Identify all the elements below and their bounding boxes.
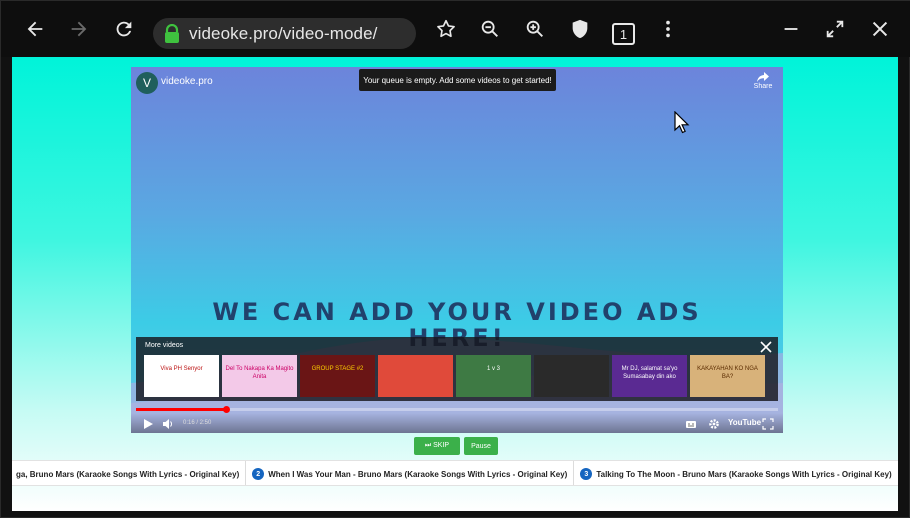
video-thumbnail[interactable]: KAKAYAHAN KO NGA BA? xyxy=(690,355,765,397)
back-arrow-icon[interactable] xyxy=(23,17,47,41)
address-bar[interactable]: videoke.pro/video-mode/ xyxy=(153,18,416,49)
queue-item[interactable]: ga, Bruno Mars (Karaoke Songs With Lyric… xyxy=(12,461,247,485)
thumbnail-label: Del To Nakapa Ka Magito Anita xyxy=(225,366,294,380)
queue-track: ga, Bruno Mars (Karaoke Songs With Lyric… xyxy=(12,461,898,485)
video-thumbnail[interactable] xyxy=(534,355,609,397)
thumbnail-label: 1 v 3 xyxy=(486,366,500,372)
video-player[interactable]: V videoke.pro Your queue is empty. Add s… xyxy=(131,67,783,433)
share-button[interactable]: Share xyxy=(751,72,775,90)
player-controls: 0:16 / 2:50 YouTube xyxy=(131,413,783,433)
queue-item-title: ga, Bruno Mars (Karaoke Songs With Lyric… xyxy=(16,469,240,479)
page-viewport: V videoke.pro Your queue is empty. Add s… xyxy=(12,57,898,511)
browser-toolbar: videoke.pro/video-mode/ 1 xyxy=(1,1,910,57)
settings-gear-icon[interactable] xyxy=(708,417,720,429)
skip-button[interactable]: ⏭ SKIP xyxy=(414,437,460,455)
channel-name[interactable]: videoke.pro xyxy=(161,76,213,87)
share-label: Share xyxy=(753,83,773,90)
zoom-in-icon[interactable] xyxy=(523,17,547,41)
thumbnail-label: Mr DJ, salamat sa'yo Sumasabay din ako xyxy=(621,366,678,380)
volume-icon[interactable] xyxy=(162,417,174,429)
thumbnail-label: GROUP STAGE #2 xyxy=(311,366,364,372)
progress-scrubber[interactable] xyxy=(222,406,230,413)
queue-number-badge: 3 xyxy=(580,468,593,480)
queue-number-badge: 2 xyxy=(252,468,265,480)
song-queue-ticker: ga, Bruno Mars (Karaoke Songs With Lyric… xyxy=(12,460,898,486)
video-thumbnail[interactable] xyxy=(378,355,453,397)
captions-icon[interactable] xyxy=(685,417,697,429)
reload-icon[interactable] xyxy=(112,17,136,41)
bookmark-star-icon[interactable] xyxy=(434,17,458,41)
video-thumbnail[interactable]: Del To Nakapa Ka Magito Anita xyxy=(222,355,297,397)
video-thumbnail[interactable]: GROUP STAGE #2 xyxy=(300,355,375,397)
queue-item-title: When I Was Your Man - Bruno Mars (Karaok… xyxy=(268,469,568,479)
more-videos-thumbnails: Viva PH Senyor Del To Nakapa Ka Magito An… xyxy=(144,355,768,397)
video-thumbnail[interactable]: Viva PH Senyor xyxy=(144,355,219,397)
more-menu-icon[interactable] xyxy=(656,17,680,41)
more-videos-title: More videos xyxy=(145,342,184,349)
video-thumbnail[interactable]: Mr DJ, salamat sa'yo Sumasabay din ako xyxy=(612,355,687,397)
close-icon[interactable] xyxy=(759,340,773,354)
more-videos-panel: More videos Viva PH Senyor Del To Nakapa … xyxy=(136,337,778,401)
channel-avatar[interactable]: V xyxy=(136,72,158,94)
player-action-buttons: ⏭ SKIP Pause xyxy=(414,437,502,455)
browser-window: videoke.pro/video-mode/ 1 V videoke.pro … xyxy=(0,0,910,518)
thumbnail-label: KAKAYAHAN KO NGA BA? xyxy=(697,366,758,380)
lock-icon xyxy=(165,24,179,43)
url-text: videoke.pro/video-mode/ xyxy=(189,24,378,43)
thumbnail-label: Viva PH Senyor xyxy=(160,366,203,372)
video-thumbnail[interactable]: 1 v 3 xyxy=(456,355,531,397)
queue-empty-toast: Your queue is empty. Add some videos to … xyxy=(359,69,556,91)
minimize-icon[interactable] xyxy=(779,17,803,41)
fullscreen-icon[interactable] xyxy=(823,17,847,41)
shield-icon[interactable] xyxy=(568,17,592,41)
close-icon[interactable] xyxy=(868,17,892,41)
queue-item-title: Talking To The Moon - Bruno Mars (Karaok… xyxy=(596,469,892,479)
progress-bar[interactable] xyxy=(136,406,778,413)
youtube-logo[interactable]: YouTube xyxy=(728,418,761,427)
pause-button[interactable]: Pause xyxy=(464,437,498,455)
play-icon[interactable] xyxy=(142,417,154,429)
share-icon xyxy=(757,72,769,82)
mouse-cursor-icon xyxy=(674,111,690,134)
progress-fill xyxy=(136,408,226,411)
fullscreen-icon[interactable] xyxy=(762,417,774,430)
tab-count-button[interactable]: 1 xyxy=(612,23,635,45)
queue-item[interactable]: 3 Talking To The Moon - Bruno Mars (Karao… xyxy=(574,461,898,485)
time-display: 0:16 / 2:50 xyxy=(183,420,212,426)
forward-arrow-icon[interactable] xyxy=(67,17,91,41)
queue-item[interactable]: 2 When I Was Your Man - Bruno Mars (Karao… xyxy=(246,461,575,485)
zoom-out-icon[interactable] xyxy=(478,17,502,41)
